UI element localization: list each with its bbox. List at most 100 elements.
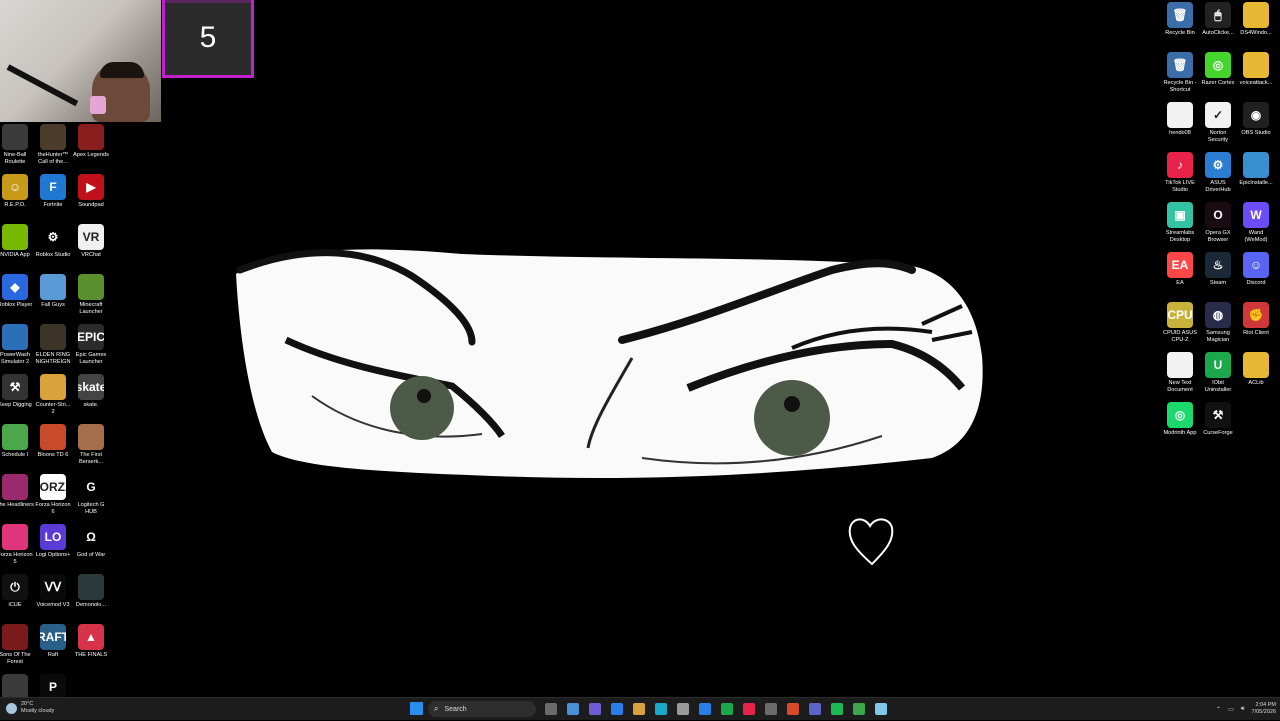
counter-overlay: 5	[162, 0, 254, 78]
desktop-icon[interactable]: Ω God of War	[72, 522, 110, 571]
desktop-icon[interactable]: RAFT Raft	[34, 622, 72, 671]
taskbar-app-icon[interactable]	[611, 703, 623, 715]
desktop-icon[interactable]: DS4Windo...	[1237, 0, 1275, 49]
desktop-icon[interactable]: EPIC Epic Games Launcher	[72, 322, 110, 371]
desktop-icon[interactable]: FORZA Forza Horizon 6	[34, 472, 72, 521]
app-icon: ▲	[78, 624, 104, 650]
desktop-icon-label: TikTok LIVE Studio	[1165, 180, 1195, 193]
taskbar-app-icon[interactable]	[655, 703, 667, 715]
counter-value: 5	[199, 20, 217, 54]
desktop-icon[interactable]: U IObit Uninstaller	[1199, 350, 1237, 399]
desktop-icon[interactable]: New Text Document	[1161, 350, 1199, 399]
desktop-icon-label: Fortnite	[43, 202, 63, 208]
desktop-icon[interactable]: ACLib	[1237, 350, 1275, 399]
desktop-icon[interactable]: 🗑 Recycle Bin - Shortcut	[1161, 50, 1199, 99]
desktop-icon[interactable]: voiceattack...	[1237, 50, 1275, 99]
desktop-icon[interactable]: ✊ Riot Client	[1237, 300, 1275, 349]
desktop-icon[interactable]: theHunter™ Call of the...	[34, 122, 72, 171]
desktop-icon[interactable]: ⚙ Roblox Studio	[34, 222, 72, 271]
taskbar-app-icon[interactable]	[677, 703, 689, 715]
desktop-icon[interactable]: hendo08	[1161, 100, 1199, 149]
desktop-icon[interactable]: Minecraft Launcher	[72, 272, 110, 321]
taskbar-app-icon[interactable]	[721, 703, 733, 715]
app-icon	[40, 374, 66, 400]
desktop-icon-label: theHunter™ Call of the...	[37, 152, 69, 165]
desktop-icon[interactable]: W Wand (WeMod)	[1237, 200, 1275, 249]
desktop-icon[interactable]: ✓ Norton Security	[1199, 100, 1237, 149]
desktop-icon[interactable]: Schedule I	[0, 422, 34, 471]
app-icon	[2, 124, 28, 150]
taskbar-app-icon[interactable]	[809, 703, 821, 715]
desktop-icon-label: Sons Of The Forest	[0, 652, 31, 665]
taskbar-app-icon[interactable]	[545, 703, 557, 715]
app-icon	[2, 324, 28, 350]
desktop-icon[interactable]: ⏻ iCUE	[0, 572, 34, 621]
taskbar-app-icon[interactable]	[853, 703, 865, 715]
desktop-icon[interactable]: ☺ Discord	[1237, 250, 1275, 299]
desktop-icon[interactable]: PowerWash Simulator 2	[0, 322, 34, 371]
desktop-icon[interactable]: ◎ Razer Cortex	[1199, 50, 1237, 99]
app-icon: skate	[78, 374, 104, 400]
desktop-icon[interactable]: ᐯᐯ Voicemod V3	[34, 572, 72, 621]
taskbar-search[interactable]: ⌕ Search	[428, 701, 536, 717]
taskbar-app-icon[interactable]	[633, 703, 645, 715]
desktop-icon[interactable]: ⚙ ASUS DriverHub	[1199, 150, 1237, 199]
weather-widget[interactable]: 20°C Mostly cloudy	[6, 701, 54, 715]
desktop-icon[interactable]: CPU CPUID ASUS CPU-Z	[1161, 300, 1199, 349]
taskbar-app-icon[interactable]	[743, 703, 755, 715]
chevron-up-icon[interactable]: ⌃	[1216, 706, 1221, 713]
desktop-icon[interactable]: 🖱 AutoClicke...	[1199, 0, 1237, 49]
desktop-icon[interactable]: ⚒ Keep Digging	[0, 372, 34, 421]
desktop-icon[interactable]: F Fortnite	[34, 172, 72, 221]
desktop-icon[interactable]: The First Berserk...	[72, 422, 110, 471]
desktop-icon[interactable]: ◎ Modrinth App	[1161, 400, 1199, 449]
desktop-icon[interactable]: NVIDIA App	[0, 222, 34, 271]
desktop-icon[interactable]: ◆ Roblox Player	[0, 272, 34, 321]
desktop-icon[interactable]: ♨ Steam	[1199, 250, 1237, 299]
weather-temp: 20°C	[21, 701, 34, 707]
desktop-icon-label: skate.	[83, 402, 99, 408]
taskbar-app-icon[interactable]	[831, 703, 843, 715]
start-button[interactable]	[410, 702, 423, 715]
app-icon: ☺	[2, 174, 28, 200]
desktop-icon[interactable]: 🗑 Recycle Bin	[1161, 0, 1199, 49]
desktop-icon[interactable]: Demonolo...	[72, 572, 110, 621]
desktop-icon[interactable]: G Logitech G HUB	[72, 472, 110, 521]
clock[interactable]: 2:04 PM 7/05/2026	[1252, 702, 1276, 716]
desktop-icon[interactable]: Apex Legends	[72, 122, 110, 171]
desktop-icon[interactable]: VR VRChat	[72, 222, 110, 271]
taskbar-app-icon[interactable]	[567, 703, 579, 715]
taskbar-app-icon[interactable]	[787, 703, 799, 715]
desktop-icon-label: Forza Horizon 6	[35, 502, 71, 515]
desktop-icon[interactable]: ▣ Streamlabs Desktop	[1161, 200, 1199, 249]
desktop-icon[interactable]: O Opera GX Browser	[1199, 200, 1237, 249]
desktop-icon[interactable]: ◉ OBS Studio	[1237, 100, 1275, 149]
taskbar-app-icon[interactable]	[875, 703, 887, 715]
desktop-icon[interactable]: EA EA	[1161, 250, 1199, 299]
desktop-icon[interactable]: Nine-Ball Roulette	[0, 122, 34, 171]
desktop-icon[interactable]: Counter-Stri... 2	[34, 372, 72, 421]
desktop-icon[interactable]: ELDEN RING NIGHTREIGN	[34, 322, 72, 371]
volume-icon[interactable]: 🔊︎	[1241, 706, 1245, 713]
desktop-icon-label: voiceattack...	[1239, 80, 1273, 86]
taskbar-app-icon[interactable]	[699, 703, 711, 715]
desktop-icon[interactable]: Sons Of The Forest	[0, 622, 34, 671]
desktop-icon[interactable]: skate skate.	[72, 372, 110, 421]
app-icon	[2, 224, 28, 250]
desktop-icon[interactable]: ♪ TikTok LIVE Studio	[1161, 150, 1199, 199]
desktop-icon[interactable]: EpicInstalle...	[1237, 150, 1275, 199]
taskbar-app-icon[interactable]	[589, 703, 601, 715]
desktop-icon[interactable]: ◍ Samsung Magician	[1199, 300, 1237, 349]
streamer-hair	[100, 62, 144, 78]
network-icon[interactable]: ▭	[1228, 706, 1234, 713]
desktop-icon[interactable]: LO Logi Options+	[34, 522, 72, 571]
desktop-icon[interactable]: Bloons TD 6	[34, 422, 72, 471]
desktop-icon[interactable]: ▲ THE FINALS	[72, 622, 110, 671]
desktop-icon[interactable]: ⚒ CurseForge	[1199, 400, 1237, 449]
desktop-icon[interactable]: ☺ R.E.P.O.	[0, 172, 34, 221]
taskbar-app-icon[interactable]	[765, 703, 777, 715]
desktop-icon[interactable]: Fall Guys	[34, 272, 72, 321]
desktop-icon[interactable]: Forza Horizon 5	[0, 522, 34, 571]
desktop-icon[interactable]: The Headliners	[0, 472, 34, 521]
desktop-icon[interactable]: ▶ Soundpad	[72, 172, 110, 221]
